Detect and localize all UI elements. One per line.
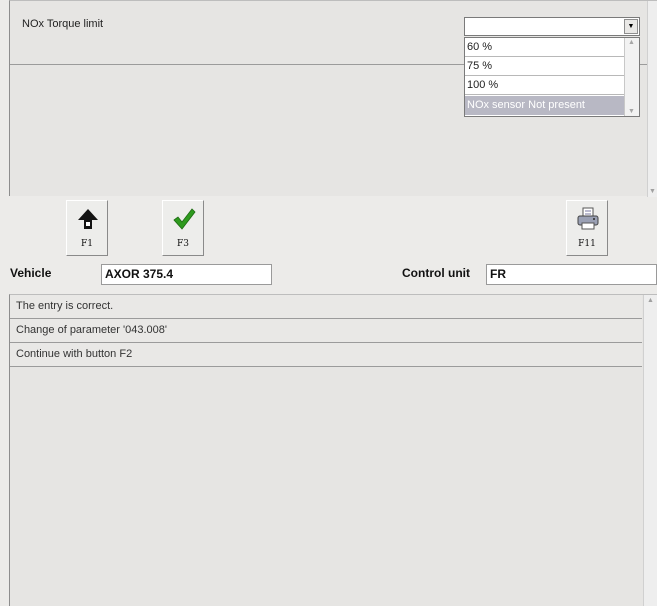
scroll-up-icon[interactable]: ▲ [647,297,654,304]
printer-icon [577,207,599,230]
scroll-down-icon[interactable]: ▼ [628,108,635,115]
parameter-label: NOx Torque limit [22,18,104,30]
parameter-panel: NOx Torque limit ▼ ▼ 60 % 75 % 100 % NOx… [9,0,657,197]
chevron-down-icon: ▼ [627,23,635,30]
control-unit-field: FR [486,264,657,285]
f11-print-button[interactable]: F11 [566,200,608,256]
f11-label: F11 [578,239,596,249]
message-list: The entry is correct. Change of paramete… [9,294,657,606]
nox-torque-limit-dropdown-list: 60 % 75 % 100 % NOx sensor Not present ▲… [464,37,640,117]
function-key-toolbar: F1 F3 F11 [0,196,657,260]
scroll-down-icon[interactable]: ▼ [649,188,656,195]
vehicle-label: Vehicle [10,266,52,280]
f3-label: F3 [177,239,189,249]
nox-torque-limit-select[interactable]: ▼ [464,17,640,36]
dropdown-option-75[interactable]: 75 % [465,57,625,76]
f3-confirm-button[interactable]: F3 [162,200,204,256]
dropdown-scrollbar[interactable]: ▲ ▼ [624,38,639,116]
dropdown-option-60[interactable]: 60 % [465,38,625,57]
up-arrow-icon [78,209,98,229]
control-unit-label: Control unit [402,266,470,280]
message-row: The entry is correct. [10,295,642,319]
parameter-panel-scrollbar[interactable]: ▼ [647,1,657,197]
message-row: Continue with button F2 [10,343,642,367]
dropdown-option-nox-sensor-not-present[interactable]: NOx sensor Not present [465,96,625,115]
dropdown-button[interactable]: ▼ [624,19,638,34]
message-row: Change of parameter '043.008' [10,319,642,343]
scroll-up-icon[interactable]: ▲ [628,39,635,46]
f1-label: F1 [81,239,93,249]
checkmark-icon [173,208,196,230]
message-list-scrollbar[interactable]: ▲ [643,295,657,606]
f1-back-button[interactable]: F1 [66,200,108,256]
dropdown-option-100[interactable]: 100 % [465,76,625,95]
vehicle-field: AXOR 375.4 [101,264,272,285]
